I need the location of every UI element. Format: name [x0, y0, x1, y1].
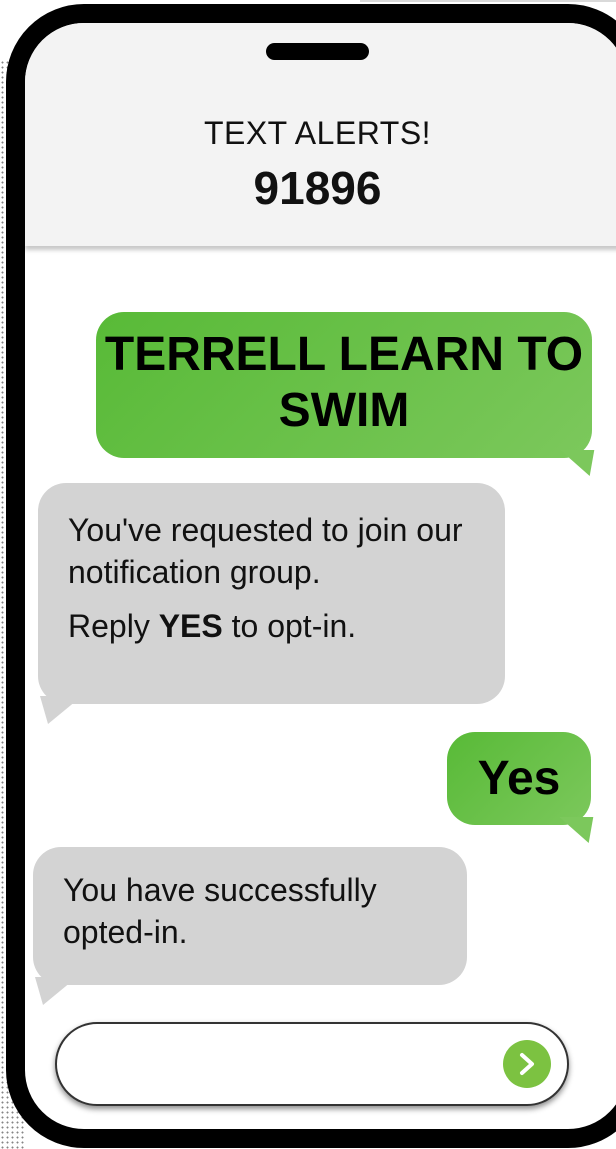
sent-message-bubble: Yes [447, 732, 594, 843]
bubble-tail [34, 977, 86, 1005]
received-message-text: You have successfully opted-in. [63, 872, 377, 950]
conversation-header: TEXT ALERTS! 91896 [25, 23, 616, 246]
bubble-tail [555, 450, 595, 476]
sent-message-bubble: TERRELL LEARN TO SWIM [96, 312, 595, 476]
phone-notch [266, 43, 369, 60]
short-code-number: 91896 [253, 162, 382, 214]
reply-keyword: YES [158, 608, 223, 644]
bubble-tail [39, 696, 91, 724]
bubble-tail [554, 817, 594, 843]
sent-message-text: TERRELL LEARN TO SWIM [104, 328, 584, 437]
sent-message-text: Yes [477, 752, 561, 805]
message-input[interactable] [55, 1022, 569, 1106]
received-message-bubble: You've requested to join our notificatio… [38, 483, 505, 724]
header-title: TEXT ALERTS! [203, 115, 432, 151]
send-button[interactable] [503, 1040, 551, 1088]
received-message-bubble: You have successfully opted-in. [33, 847, 467, 1005]
chevron-right-icon [520, 1053, 534, 1075]
phone-frame: TEXT ALERTS! 91896 TERRELL LEARN TO SWIM… [6, 4, 616, 1148]
received-message-text: You've requested to join our notificatio… [68, 512, 463, 590]
background-line-decoration [360, 0, 616, 2]
screen: TEXT ALERTS! 91896 TERRELL LEARN TO SWIM… [0, 0, 616, 1149]
reply-instruction: Reply YES to opt-in. [68, 608, 357, 644]
